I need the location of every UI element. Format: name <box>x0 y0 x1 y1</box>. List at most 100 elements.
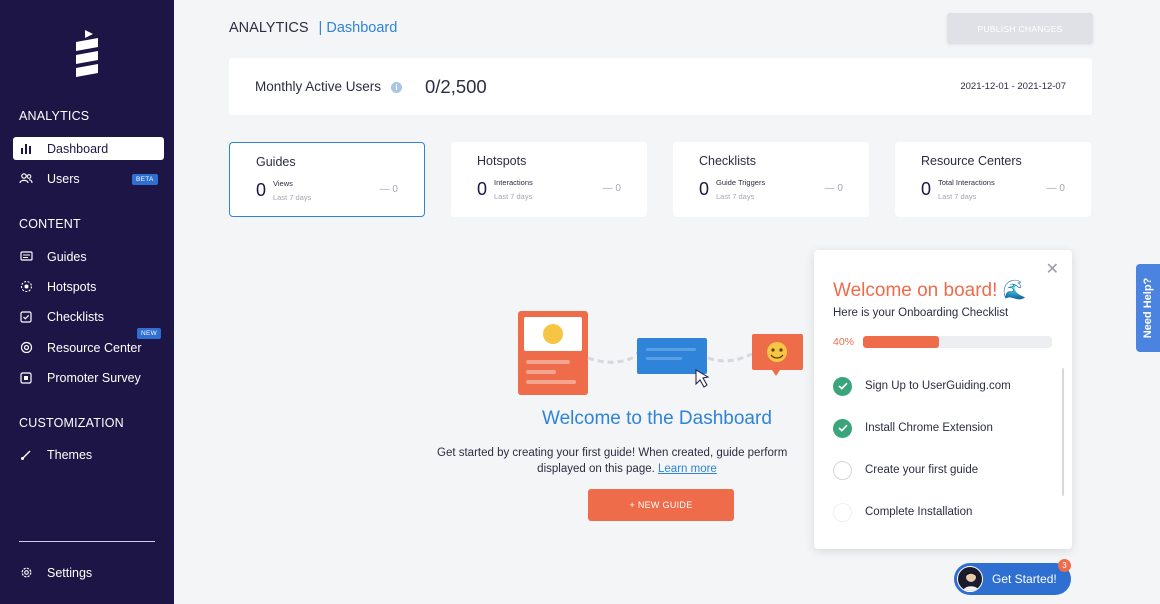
beta-badge: BETA <box>132 174 158 185</box>
breadcrumb-section: ANALYTICS <box>229 20 309 36</box>
card-title: Hotspots <box>477 154 527 168</box>
card-metric: Views <box>273 179 293 188</box>
sidebar-item-themes[interactable]: Themes <box>13 443 164 466</box>
card-metric: Total Interactions <box>938 178 995 187</box>
card-title: Guides <box>256 155 296 169</box>
checklist-task[interactable]: Sign Up to UserGuiding.com <box>833 375 1011 397</box>
sidebar-item-promoter-survey[interactable]: Promoter Survey <box>13 366 164 389</box>
checkmark-icon <box>833 376 852 396</box>
welcome-description-line1: Get started by creating your first guide… <box>437 447 788 459</box>
progress-bar <box>863 336 1052 348</box>
card-title: Resource Centers <box>921 154 1022 168</box>
sidebar-section-customization: CUSTOMIZATION <box>19 416 124 430</box>
sidebar-item-label: Themes <box>47 447 93 462</box>
sidebar-item-label: Hotspots <box>47 279 97 294</box>
lifebuoy-icon <box>19 341 33 355</box>
close-icon[interactable]: ✕ <box>1046 259 1059 279</box>
checkmark-icon <box>833 418 852 438</box>
task-label: Complete Installation <box>865 506 973 518</box>
card-delta: — 0 <box>824 183 843 194</box>
sidebar-section-content: CONTENT <box>19 217 81 231</box>
new-guide-button[interactable]: + NEW GUIDE <box>588 489 734 521</box>
checklist-icon <box>19 310 33 324</box>
avatar <box>957 566 983 592</box>
sidebar-item-dashboard[interactable]: Dashboard <box>13 137 164 160</box>
metric-card-checklists[interactable]: Checklists 0 Guide Triggers Last 7 days … <box>673 142 869 217</box>
dashboard-illustration <box>518 311 803 395</box>
welcome-description: Get started by creating your first guide… <box>437 445 817 477</box>
card-value: 0 <box>477 179 488 199</box>
task-label: Create your first guide <box>865 464 979 476</box>
checklist-task[interactable]: Install Chrome Extension <box>833 417 993 439</box>
sidebar-item-checklists[interactable]: Checklists <box>13 305 164 328</box>
mau-label: Monthly Active Users <box>255 79 382 94</box>
publish-changes-button[interactable]: PUBLISH CHANGES <box>947 13 1093 44</box>
metric-card-hotspots[interactable]: Hotspots 0 Interactions Last 7 days — 0 <box>451 142 647 217</box>
get-started-button[interactable]: Get Started! 3 <box>954 559 1071 595</box>
guides-icon <box>19 250 33 264</box>
date-range[interactable]: 2021-12-01 - 2021-12-07 <box>960 81 1066 92</box>
welcome-title: Welcome to the Dashboard <box>542 408 772 429</box>
get-started-label: Get Started! <box>992 572 1057 586</box>
breadcrumb-separator: | <box>318 20 323 36</box>
task-label: Install Chrome Extension <box>865 422 993 434</box>
card-period: Last 7 days <box>938 192 977 201</box>
onboarding-checklist-panel: ✕ Welcome on board! 🌊 Here is your Onboa… <box>814 250 1072 549</box>
card-metric: Interactions <box>494 178 533 187</box>
sidebar-item-label: Dashboard <box>47 141 109 156</box>
progress-percent: 40% <box>833 336 855 348</box>
welcome-description-line2: displayed on this page. <box>537 463 655 475</box>
card-metric: Guide Triggers <box>716 178 766 187</box>
progress-bar-fill <box>863 336 939 348</box>
checklist-title: Welcome on board! 🌊 <box>833 280 1027 301</box>
monthly-active-users-card: Monthly Active Users i 0/2,500 2021-12-0… <box>229 58 1092 115</box>
card-delta: — 0 <box>1046 183 1065 194</box>
breadcrumb: ANALYTICS | Dashboard <box>229 20 397 36</box>
info-icon[interactable]: i <box>391 82 402 93</box>
sidebar-item-label: Promoter Survey <box>47 370 141 385</box>
empty-circle-icon <box>833 502 852 522</box>
hotspot-icon <box>19 280 33 294</box>
sidebar-item-hotspots[interactable]: Hotspots <box>13 275 164 298</box>
card-period: Last 7 days <box>273 193 312 202</box>
userguiding-logo[interactable] <box>73 30 101 78</box>
task-label: Sign Up to UserGuiding.com <box>865 380 1011 392</box>
sidebar-item-label: Guides <box>47 249 87 264</box>
card-delta: — 0 <box>379 184 398 195</box>
sidebar-section-analytics: ANALYTICS <box>19 109 90 123</box>
need-help-label: Need Help? <box>1142 277 1154 339</box>
metric-card-resource-centers[interactable]: Resource Centers 0 Total Interactions La… <box>895 142 1091 217</box>
checklist-task[interactable]: Create your first guide <box>833 459 978 481</box>
scrollbar[interactable] <box>1062 368 1064 496</box>
sidebar-item-resource-center[interactable]: Resource Center <box>13 336 164 359</box>
sidebar-item-settings[interactable]: Settings <box>13 561 164 584</box>
learn-more-link[interactable]: Learn more <box>658 463 717 475</box>
checklist-subtitle: Here is your Onboarding Checklist <box>833 307 1009 319</box>
metric-card-guides[interactable]: Guides 0 Views Last 7 days — 0 <box>229 142 425 217</box>
sidebar-item-label: Users <box>47 171 80 186</box>
card-value: 0 <box>256 180 267 200</box>
sidebar-divider <box>19 541 155 542</box>
sidebar-item-guides[interactable]: Guides <box>13 245 164 268</box>
card-title: Checklists <box>699 154 756 168</box>
sidebar-item-label: Settings <box>47 565 93 580</box>
bar-chart-icon <box>19 142 33 156</box>
breadcrumb-current: Dashboard <box>326 20 398 36</box>
survey-icon <box>19 371 33 385</box>
empty-circle-icon <box>833 460 852 480</box>
sidebar-item-label: Resource Center <box>47 340 142 355</box>
checklist-task[interactable]: Complete Installation <box>833 501 972 523</box>
card-delta: — 0 <box>602 183 621 194</box>
card-value: 0 <box>699 179 710 199</box>
sidebar-item-label: Checklists <box>47 309 104 324</box>
users-icon <box>19 172 33 186</box>
card-period: Last 7 days <box>494 192 533 201</box>
mau-value: 0/2,500 <box>425 76 487 97</box>
need-help-tab[interactable]: Need Help? <box>1136 264 1160 352</box>
card-value: 0 <box>921 179 932 199</box>
notification-count-badge: 3 <box>1058 559 1071 572</box>
brush-icon <box>19 448 33 462</box>
gear-icon <box>19 566 33 580</box>
sidebar: ANALYTICS Dashboard Users BETA CONTENT G… <box>0 0 174 604</box>
card-period: Last 7 days <box>716 192 755 201</box>
